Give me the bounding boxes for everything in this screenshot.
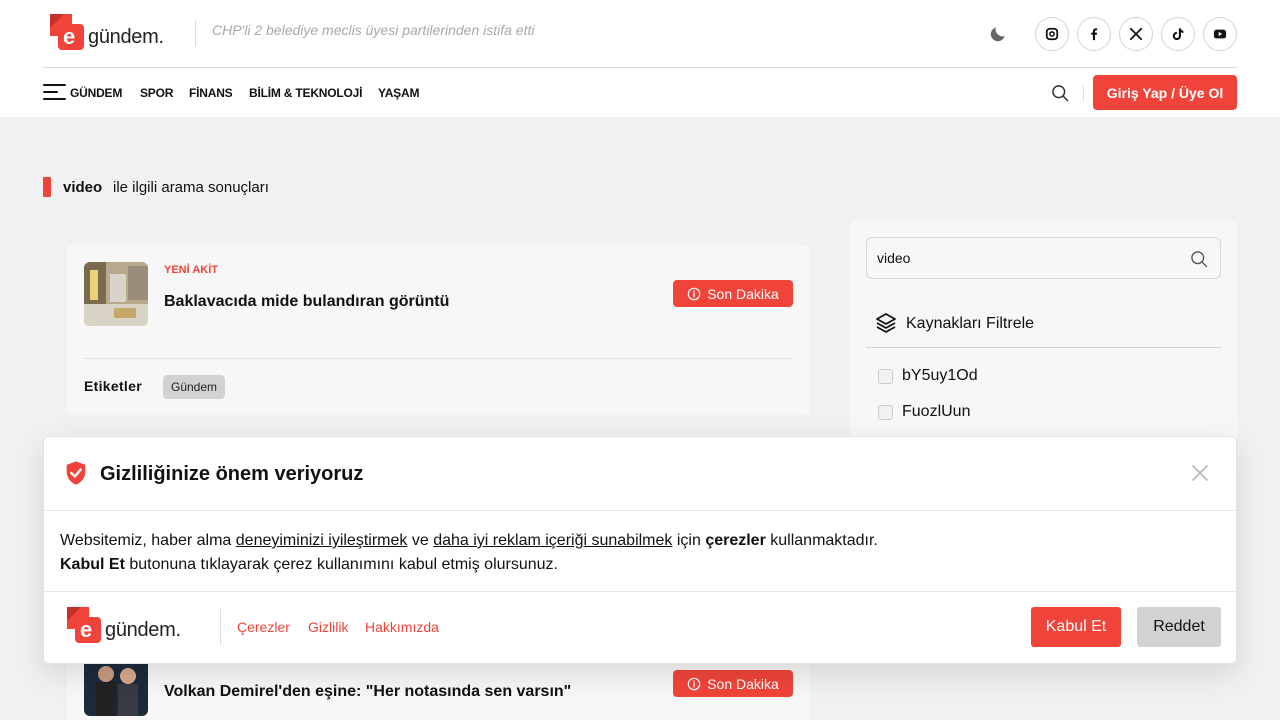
nav-item-finans[interactable]: FİNANS [189, 86, 233, 100]
breaking-news-badge: Son Dakika [673, 670, 793, 697]
tiktok-icon[interactable] [1161, 17, 1195, 51]
reject-cookies-button[interactable]: Reddet [1137, 607, 1221, 647]
tags-label: Etiketler [84, 378, 142, 394]
breaking-headline[interactable]: CHP'li 2 belediye meclis üyesi partileri… [212, 22, 534, 38]
news-source[interactable]: YENİ AKİT [164, 264, 218, 276]
close-icon[interactable] [1190, 463, 1210, 483]
cookie-logo: e gündem. [67, 607, 197, 647]
filter-divider [866, 347, 1221, 348]
cookie-text: butonuna tıklayarak çerez kullanımını ka… [124, 556, 558, 573]
cookie-divider [44, 591, 1236, 592]
info-icon [687, 677, 701, 690]
source-checkbox[interactable] [878, 405, 893, 420]
cookie-text-bold: Kabul Et [60, 556, 125, 573]
news-card[interactable]: YENİ AKİT Baklavacıda mide bulandıran gö… [67, 245, 810, 415]
site-logo[interactable]: e gündem. [50, 14, 180, 54]
sidebar-search-input[interactable] [867, 238, 1177, 278]
cookie-footer-divider [220, 609, 221, 645]
search-results-suffix: ile ilgili arama sonuçları [113, 179, 269, 196]
source-label[interactable]: bY5uy1Od [902, 367, 978, 385]
news-title[interactable]: Baklavacıda mide bulandıran görüntü [164, 293, 449, 311]
menu-hamburger-icon[interactable] [43, 84, 66, 101]
cookie-link-ads[interactable]: daha iyi reklam içeriği sunabilmek [433, 532, 672, 549]
cookie-title: Gizliliğinize önem veriyoruz [100, 463, 364, 485]
nav-item-spor[interactable]: SPOR [140, 86, 173, 100]
nav-item-gundem[interactable]: GÜNDEM [70, 86, 122, 100]
cookie-consent-dialog: Gizliliğinize önem veriyoruz Websitemiz,… [43, 436, 1237, 664]
top-bar: e gündem. CHP'li 2 belediye meclis üyesi… [43, 0, 1237, 68]
filter-sidebar: Kaynakları Filtrele bY5uy1Od FuozlUun [850, 221, 1237, 461]
badge-label: Son Dakika [707, 675, 779, 692]
search-icon[interactable] [1189, 249, 1209, 269]
search-icon[interactable] [1050, 83, 1070, 103]
news-title[interactable]: Volkan Demirel'den eşine: "Her notasında… [164, 683, 571, 701]
filter-sources-title: Kaynakları Filtrele [906, 315, 1035, 332]
title-accent-bar [43, 177, 51, 197]
header-divider [195, 20, 196, 46]
info-icon [687, 287, 701, 300]
about-link[interactable]: Hakkımızda [365, 619, 439, 635]
card-divider [84, 358, 793, 359]
site-header: e gündem. CHP'li 2 belediye meclis üyesi… [0, 0, 1280, 117]
login-register-button[interactable]: Giriş Yap / Üye Ol [1093, 75, 1237, 110]
badge-label: Son Dakika [707, 285, 779, 302]
cookie-divider [44, 510, 1236, 511]
facebook-icon[interactable] [1077, 17, 1111, 51]
nav-item-yasam[interactable]: YAŞAM [378, 86, 419, 100]
cookie-text: kullanmaktadır. [765, 532, 878, 549]
search-query: video [63, 179, 103, 196]
layers-icon [876, 313, 896, 333]
cookie-link-experience[interactable]: deneyiminizi iyileştirmek [236, 532, 408, 549]
breaking-news-badge: Son Dakika [673, 280, 793, 307]
logo-letter: e [63, 24, 76, 49]
source-label[interactable]: FuozlUun [902, 403, 970, 421]
cookies-link[interactable]: Çerezler [237, 619, 290, 635]
instagram-icon[interactable] [1035, 17, 1069, 51]
source-checkbox[interactable] [878, 369, 893, 384]
tag-gundem[interactable]: Gündem [163, 375, 226, 399]
accept-cookies-button[interactable]: Kabul Et [1031, 607, 1121, 647]
news-thumbnail[interactable] [84, 262, 148, 326]
cookie-text-bold: çerezler [705, 532, 766, 549]
logo-word: gündem. [88, 26, 164, 48]
logo-letter: e [80, 617, 93, 642]
cookie-text: Websitemiz, haber alma [60, 532, 236, 549]
x-icon[interactable] [1119, 17, 1153, 51]
cookie-text: için [672, 532, 706, 549]
privacy-link[interactable]: Gizlilik [308, 619, 348, 635]
cookie-text: ve [407, 532, 434, 549]
nav-separator [1083, 85, 1084, 101]
dark-mode-moon-icon[interactable] [988, 24, 1008, 44]
sidebar-search-box[interactable] [866, 237, 1221, 279]
youtube-icon[interactable] [1203, 17, 1237, 51]
shield-check-icon [66, 461, 86, 485]
nav-item-bilim-teknoloji[interactable]: BİLİM & TEKNOLOJİ [249, 86, 362, 100]
main-nav: GÜNDEM SPOR FİNANS BİLİM & TEKNOLOJİ YAŞ… [43, 68, 1237, 117]
cookie-message: Websitemiz, haber alma deneyiminizi iyil… [60, 529, 878, 577]
logo-word: gündem. [105, 619, 181, 641]
